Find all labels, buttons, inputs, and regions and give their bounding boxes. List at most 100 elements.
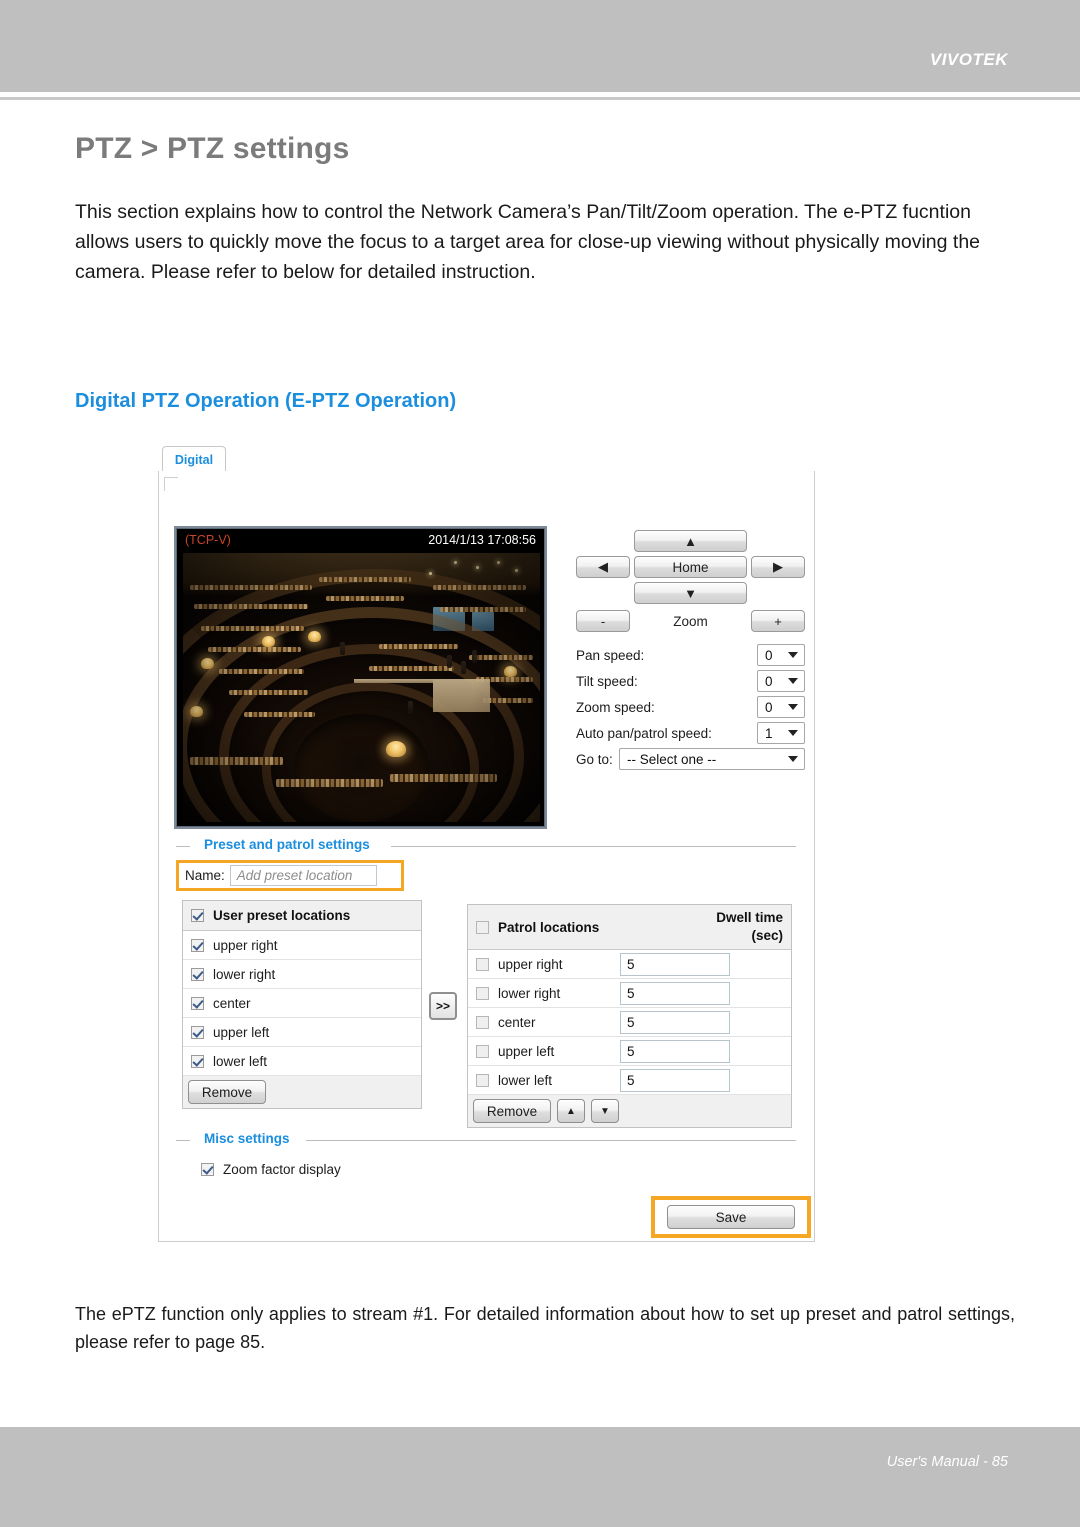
user-preset-label: lower right	[213, 966, 276, 982]
goto-value: -- Select one --	[627, 751, 717, 767]
patrol-label: lower right	[498, 985, 561, 1001]
patrol-checkbox[interactable]	[476, 957, 489, 971]
dwell-time-input[interactable]: 5	[620, 953, 730, 976]
pan-right-button[interactable]: ▶	[751, 556, 805, 578]
list-item[interactable]: upper right	[183, 931, 421, 960]
user-preset-label: lower left	[213, 1053, 268, 1069]
user-preset-list-footer: Remove	[183, 1076, 421, 1108]
patrol-move-down-button[interactable]: ▼	[591, 1099, 619, 1123]
arrow-left-icon: ◀	[598, 559, 608, 574]
patrol-list-header[interactable]: Patrol locations Dwell time (sec)	[468, 905, 791, 950]
patrol-label: lower left	[498, 1072, 553, 1088]
bookstore-scene	[183, 553, 540, 822]
arrow-down-icon: ▼	[600, 1105, 610, 1117]
user-preset-checkbox[interactable]	[191, 938, 204, 952]
patrol-checkbox[interactable]	[476, 1073, 489, 1087]
pan-down-button[interactable]: ▼	[634, 582, 747, 604]
zoom-speed-label: Zoom speed:	[576, 699, 655, 715]
zoom-out-button[interactable]: -	[576, 610, 630, 632]
table-row[interactable]: upper left 5	[468, 1037, 791, 1066]
pan-speed-select[interactable]: 0	[757, 644, 805, 666]
table-row[interactable]: upper right 5	[468, 950, 791, 979]
video-timestamp: 2014/1/13 17:08:56	[428, 533, 536, 547]
tab-digital[interactable]: Digital	[162, 446, 226, 473]
user-preset-checkbox[interactable]	[191, 996, 204, 1010]
user-preset-remove-label: Remove	[201, 1084, 253, 1100]
save-button-label: Save	[715, 1209, 747, 1225]
video-osd-overlay: (TCP-V) 2014/1/13 17:08:56	[177, 529, 544, 551]
user-preset-remove-button[interactable]: Remove	[188, 1080, 266, 1104]
footnote-paragraph: The ePTZ function only applies to stream…	[75, 1304, 1015, 1352]
misc-settings-legend: Misc settings	[198, 1131, 296, 1146]
table-row[interactable]: lower left 5	[468, 1066, 791, 1095]
zoom-speed-value: 0	[765, 699, 773, 715]
tilt-speed-row: Tilt speed:	[576, 668, 638, 694]
user-preset-label: upper right	[213, 937, 278, 953]
page-title: PTZ > PTZ settings	[75, 132, 350, 165]
plus-icon: +	[774, 613, 782, 629]
panel-inner-corner-h	[164, 477, 178, 478]
user-preset-label: upper left	[213, 1024, 270, 1040]
dwell-time-input[interactable]: 5	[620, 1011, 730, 1034]
page-header-bar: VIVOTEK	[0, 0, 1080, 92]
preset-name-label: Name:	[185, 868, 225, 883]
dwell-time-header: Dwell time (sec)	[716, 909, 783, 945]
list-item[interactable]: upper left	[183, 1018, 421, 1047]
page-footer-bar: User's Manual - 85	[0, 1427, 1080, 1527]
home-button[interactable]: Home	[634, 556, 747, 578]
user-preset-checkbox[interactable]	[191, 1054, 204, 1068]
patrol-checkbox[interactable]	[476, 986, 489, 1000]
list-item[interactable]: center	[183, 989, 421, 1018]
double-chevron-right-icon: >>	[435, 999, 450, 1013]
patrol-select-all-checkbox[interactable]	[476, 920, 489, 934]
patrol-remove-label: Remove	[486, 1103, 538, 1119]
patrol-list-footer: Remove ▲ ▼	[468, 1095, 791, 1127]
user-preset-list: User preset locations upper right lower …	[182, 900, 422, 1109]
patrol-list: Patrol locations Dwell time (sec) upper …	[467, 904, 792, 1128]
zoom-factor-display-checkbox[interactable]	[201, 1163, 214, 1176]
auto-pan-speed-label: Auto pan/patrol speed:	[576, 725, 712, 741]
zoom-speed-row: Zoom speed:	[576, 694, 655, 720]
arrow-right-icon: ▶	[773, 559, 783, 574]
dwell-time-input[interactable]: 5	[620, 982, 730, 1005]
table-row[interactable]: lower right 5	[468, 979, 791, 1008]
live-video-preview[interactable]: (TCP-V) 2014/1/13 17:08:56	[176, 528, 545, 827]
user-preset-select-all-checkbox[interactable]	[191, 909, 204, 922]
list-item[interactable]: lower left	[183, 1047, 421, 1076]
preset-patrol-legend: Preset and patrol settings	[198, 837, 376, 852]
patrol-move-up-button[interactable]: ▲	[557, 1099, 585, 1123]
pan-left-button[interactable]: ◀	[576, 556, 630, 578]
chevron-down-icon	[788, 704, 798, 710]
preset-name-input[interactable]: Add preset location	[229, 865, 377, 886]
save-button-highlight: Save	[651, 1196, 811, 1238]
zoom-in-button[interactable]: +	[751, 610, 805, 632]
zoom-factor-display-row[interactable]: Zoom factor display	[201, 1162, 341, 1177]
tilt-speed-select[interactable]: 0	[757, 670, 805, 692]
patrol-checkbox[interactable]	[476, 1015, 489, 1029]
zoom-factor-display-label: Zoom factor display	[223, 1162, 341, 1177]
user-preset-list-header[interactable]: User preset locations	[183, 901, 421, 931]
auto-pan-speed-select[interactable]: 1	[757, 722, 805, 744]
goto-select[interactable]: -- Select one --	[619, 748, 805, 770]
arrow-up-icon: ▲	[684, 533, 697, 549]
video-frame-image	[183, 553, 540, 822]
dwell-time-input[interactable]: 5	[620, 1069, 730, 1092]
list-item[interactable]: lower right	[183, 960, 421, 989]
video-protocol-label: (TCP-V)	[185, 533, 231, 547]
transfer-to-patrol-button[interactable]: >>	[429, 992, 457, 1020]
tab-digital-label: Digital	[174, 453, 214, 467]
panel-inner-corner-v	[164, 477, 165, 491]
header-divider	[0, 97, 1080, 100]
zoom-speed-select[interactable]: 0	[757, 696, 805, 718]
dwell-time-input[interactable]: 5	[620, 1040, 730, 1063]
dwell-time-header-line1: Dwell time	[716, 910, 783, 925]
pan-up-button[interactable]: ▲	[634, 530, 747, 552]
table-row[interactable]: center 5	[468, 1008, 791, 1037]
user-preset-label: center	[213, 995, 251, 1011]
patrol-remove-button[interactable]: Remove	[473, 1099, 551, 1123]
user-preset-checkbox[interactable]	[191, 967, 204, 981]
save-button[interactable]: Save	[667, 1205, 795, 1229]
user-preset-checkbox[interactable]	[191, 1025, 204, 1039]
patrol-checkbox[interactable]	[476, 1044, 489, 1058]
tilt-speed-value: 0	[765, 673, 773, 689]
